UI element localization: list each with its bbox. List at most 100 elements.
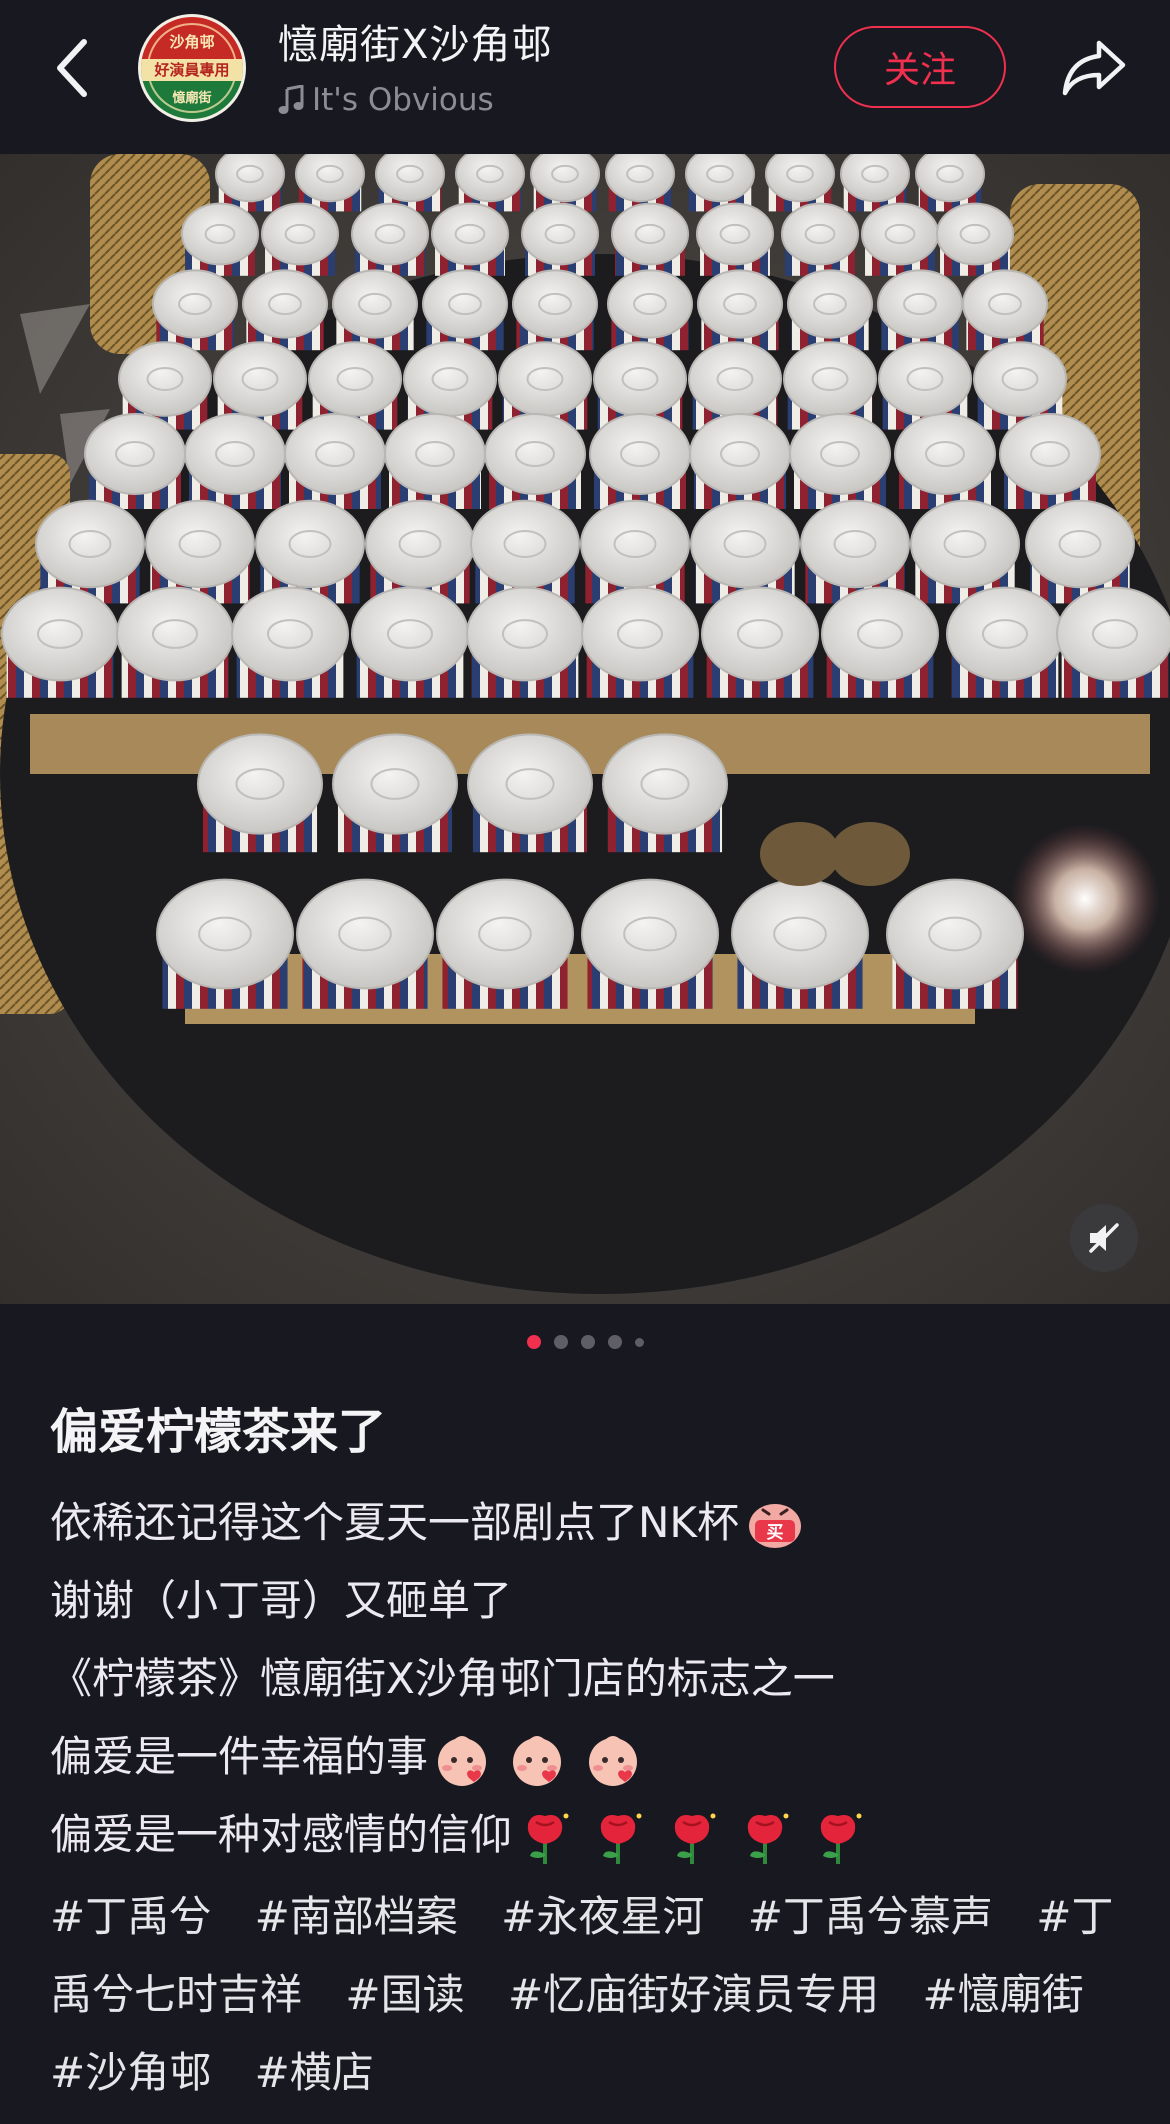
cup-lid (877, 269, 963, 339)
hashtag-link[interactable]: #丁禹兮 (50, 1892, 211, 1941)
kiss-emoji-icon (588, 1735, 637, 1786)
cup-lid (894, 413, 996, 495)
cup-lid (255, 499, 365, 589)
cup-lid (701, 586, 819, 682)
post-photo[interactable] (0, 154, 1170, 1304)
avatar[interactable]: 沙角邨 好演員專用 憶廟街 (138, 14, 246, 122)
rose-emoji-icon (747, 1813, 789, 1864)
hashtag-link[interactable]: #国读 (345, 1970, 464, 2019)
carousel-dot-active[interactable] (526, 1335, 541, 1349)
hashtag-link[interactable]: #南部档案 (255, 1892, 458, 1941)
cup-lid (184, 413, 286, 495)
cup-lid (231, 586, 349, 682)
cup-lid (783, 341, 877, 417)
music-title: It's Obvious (312, 82, 494, 118)
post-line: 偏爱是一件幸福的事 (50, 1718, 1130, 1796)
post-line: 偏爱是一种对感情的信仰 (50, 1796, 1130, 1874)
cup-lid (1, 586, 119, 682)
cup-lid (689, 413, 791, 495)
cup-lid (886, 878, 1024, 990)
cup-lid (197, 733, 323, 835)
post-line-text: 《柠檬茶》憶廟街X沙角邨门店的标志之一 (50, 1654, 835, 1703)
mute-icon (1089, 1223, 1119, 1253)
post-line-text: 谢谢（小丁哥）又砸单了 (50, 1576, 513, 1625)
cup-lid (35, 499, 145, 589)
top-bar: 沙角邨 好演員專用 憶廟街 憶廟街X沙角邨 It's Obvious 关注 (0, 0, 1170, 154)
hashtag-link[interactable]: #丁禹兮慕声 (748, 1892, 993, 1941)
cup-lid (521, 202, 599, 266)
cup-lid (581, 878, 719, 990)
cup-lid (332, 269, 418, 339)
carousel-dot[interactable] (607, 1335, 622, 1349)
cup-lid (685, 154, 755, 203)
cup-lid (593, 341, 687, 417)
svg-text:买: 买 (766, 1523, 783, 1543)
buy-sticker-icon: 买 (748, 1504, 801, 1548)
share-button[interactable] (1042, 26, 1146, 110)
cup-lid (145, 499, 255, 589)
cup-lid (580, 499, 690, 589)
share-icon (1062, 40, 1126, 96)
follow-button[interactable]: 关注 (834, 26, 1006, 108)
post-line: 谢谢（小丁哥）又砸单了 (50, 1562, 1130, 1640)
hashtag-link[interactable]: #沙角邨 (50, 2048, 211, 2097)
cup-lid (403, 341, 497, 417)
cup-lid (455, 154, 525, 203)
cup-lid (821, 586, 939, 682)
cup-lid (351, 586, 469, 682)
rose-emoji-icon (821, 1813, 862, 1864)
cup-lid (484, 413, 586, 495)
cup-lid (156, 878, 294, 990)
cup-lid (1056, 586, 1170, 682)
cup-lid (530, 154, 600, 203)
rose-emoji-icon (601, 1813, 642, 1864)
cup-lid (589, 413, 691, 495)
cup-lid (498, 341, 592, 417)
cup-lid (789, 413, 891, 495)
cup-lid (470, 499, 580, 589)
mute-button[interactable] (1070, 1204, 1138, 1272)
carousel-dot[interactable] (634, 1337, 644, 1347)
cup-lid (466, 586, 584, 682)
post-line-text: 偏爱是一件幸福的事 (50, 1732, 429, 1781)
cup-lid (611, 202, 689, 266)
post-title: 偏爱柠檬茶来了 (50, 1404, 387, 1460)
cup-lid (840, 154, 910, 203)
cup-lid (512, 269, 598, 339)
hashtag-link[interactable]: #忆庙街好演员专用 (508, 1970, 879, 2019)
cup-lid (152, 269, 238, 339)
hashtag-link[interactable]: #憶廟街 (923, 1970, 1084, 2019)
cup-lid (688, 341, 782, 417)
cup-lid (384, 413, 486, 495)
account-name[interactable]: 憶廟街X沙角邨 (278, 12, 552, 70)
post-body: 依稀还记得这个夏天一部剧点了NK杯 买 谢谢（小丁哥）又砸单了 《柠檬茶》憶廟街… (50, 1484, 1130, 1874)
post-line-text: 依稀还记得这个夏天一部剧点了NK杯 (50, 1498, 739, 1547)
cup-lid (261, 202, 339, 266)
cup-lid (295, 154, 365, 203)
cup-lid (910, 499, 1020, 589)
kiss-emoji-icon (513, 1735, 562, 1786)
hashtag-link[interactable]: #永夜星河 (501, 1892, 704, 1941)
lemon-tea-cups-photo (0, 154, 1170, 1304)
cup-lid (1025, 499, 1135, 589)
cup-lid (878, 341, 972, 417)
music-info[interactable]: It's Obvious (278, 80, 494, 120)
cup-lid (116, 586, 234, 682)
kiss-emoji-group (428, 1718, 641, 1796)
cup-lid (605, 154, 675, 203)
cup-lid (215, 154, 285, 203)
avatar-logo-bottom: 憶廟街 (172, 91, 212, 106)
cup-lid (697, 269, 783, 339)
cup-lid (351, 202, 429, 266)
carousel-dot[interactable] (553, 1335, 568, 1349)
hashtag-link[interactable]: #横店 (255, 2048, 374, 2097)
back-button[interactable] (40, 28, 104, 108)
rose-emoji-group (512, 1796, 865, 1874)
cup-lid (242, 269, 328, 339)
cup-lid (436, 878, 574, 990)
cup-lid (781, 202, 859, 266)
carousel-dot[interactable] (580, 1335, 595, 1349)
empty-cup-holder (830, 822, 910, 886)
rose-emoji-icon (674, 1813, 716, 1864)
cup-lid (84, 413, 186, 495)
